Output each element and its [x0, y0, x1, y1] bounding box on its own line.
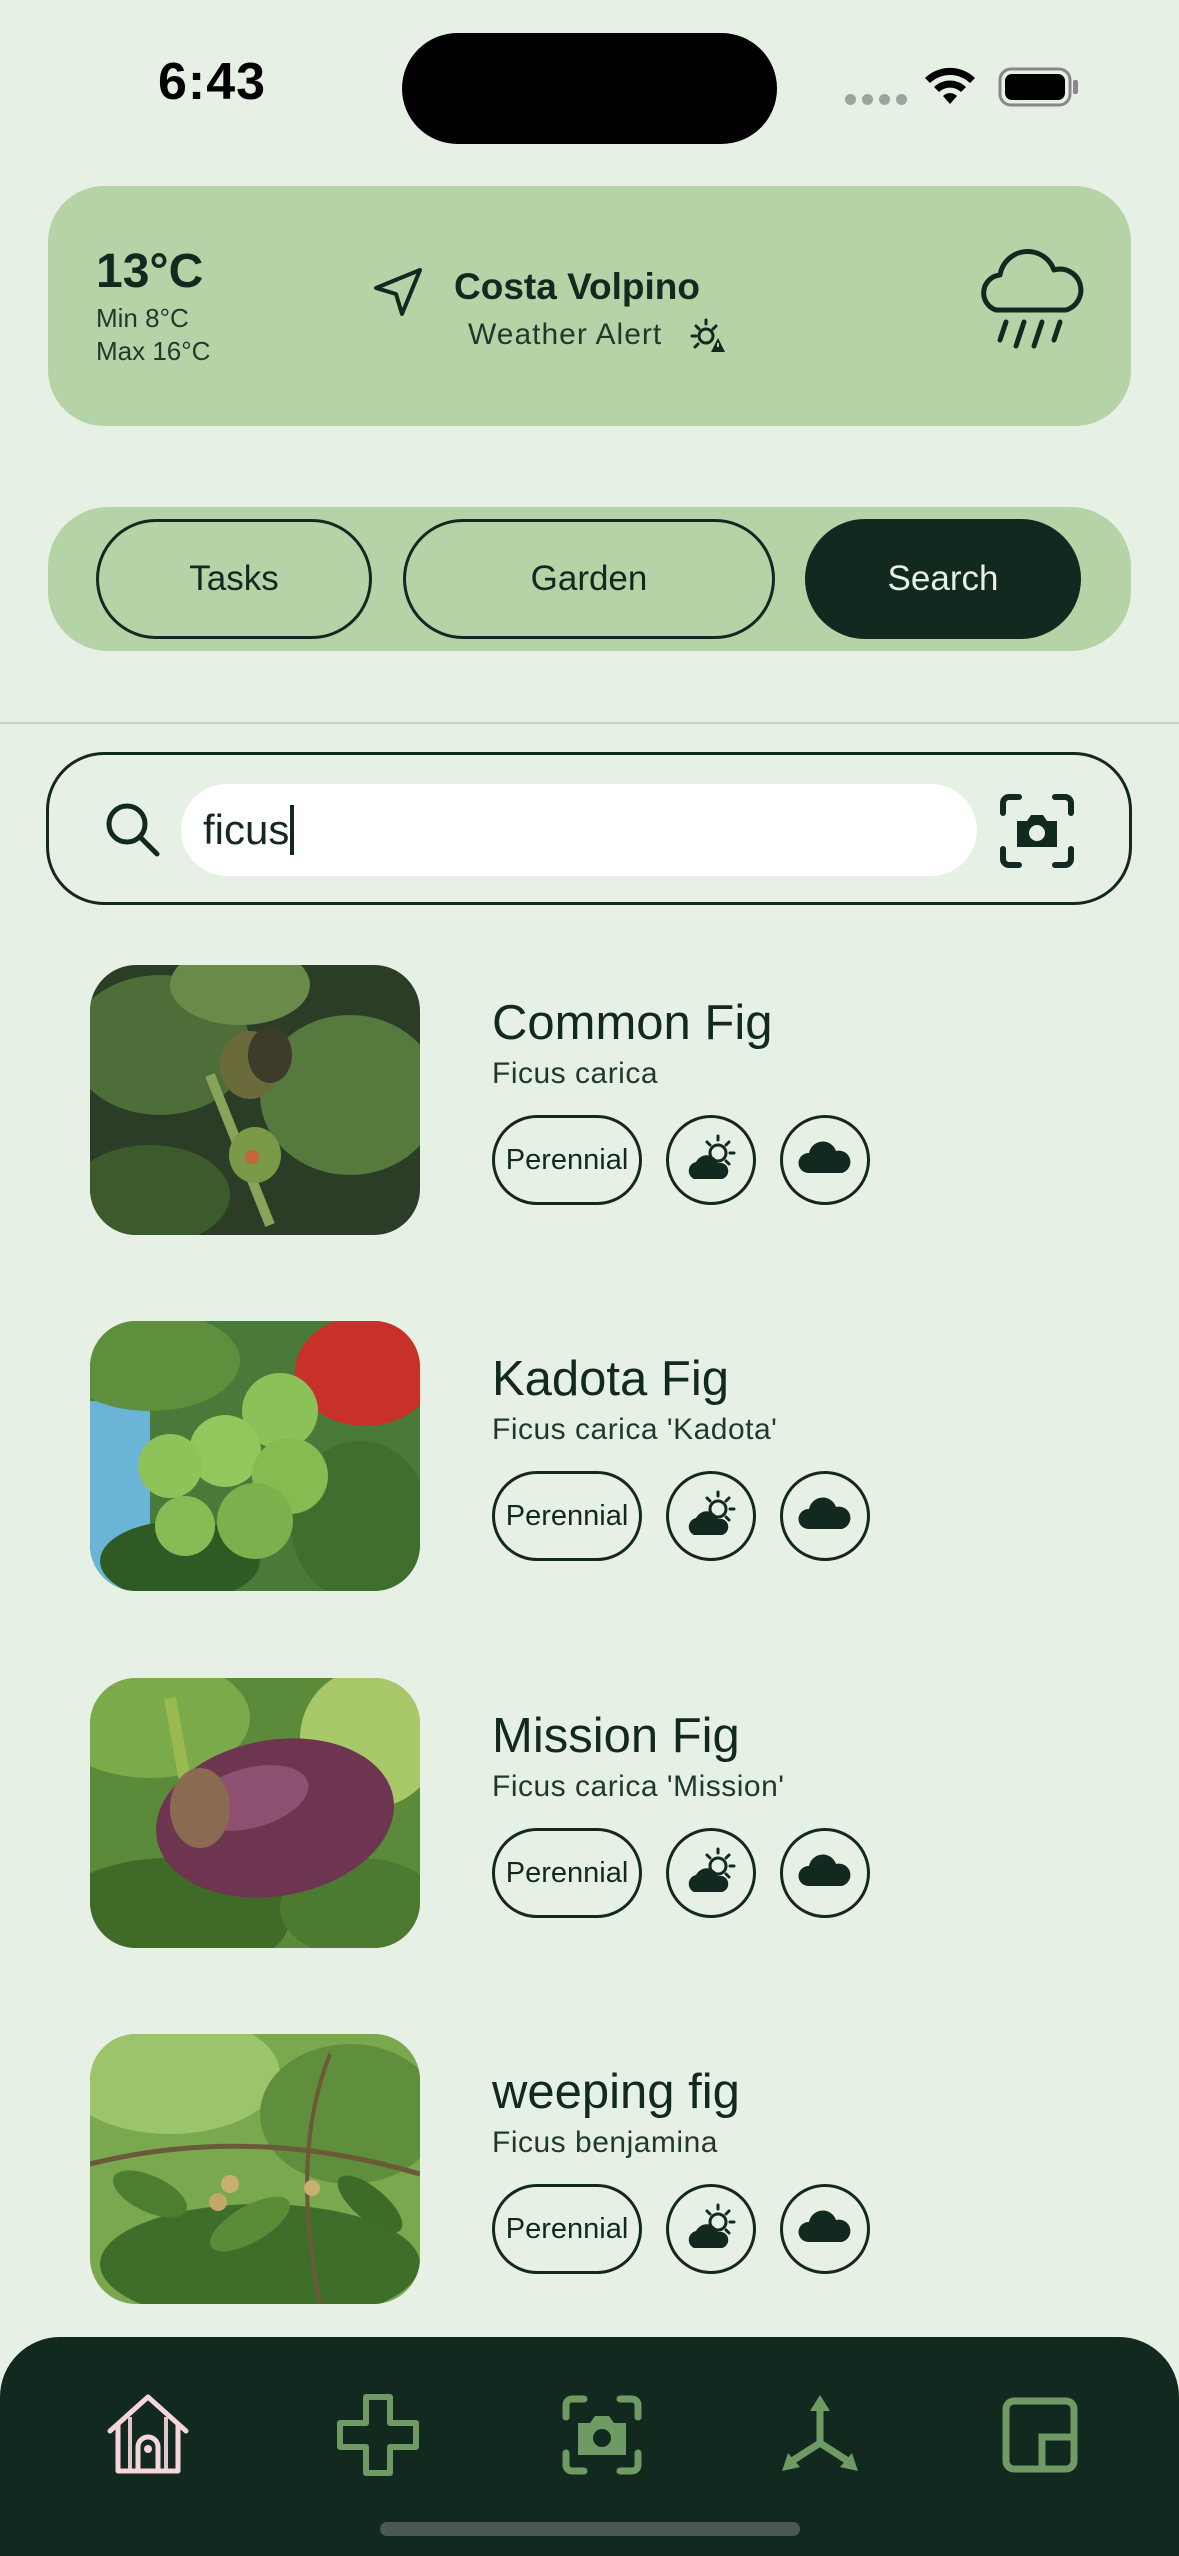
partial-sun-icon [666, 1471, 756, 1561]
bottom-tab-bar [0, 2337, 1179, 2556]
plant-photo [90, 2034, 420, 2304]
partial-sun-icon [666, 1115, 756, 1205]
weather-card[interactable]: 13°C Min 8°C Max 16°C Costa Volpino Weat… [48, 186, 1131, 426]
home-indicator [380, 2522, 800, 2536]
lifecycle-badge: Perennial [492, 1828, 642, 1918]
list-item[interactable]: Kadota Fig Ficus carica 'Kadota' Perenni… [90, 1321, 1090, 1591]
plant-scientific-name: Ficus carica [492, 1057, 659, 1090]
sun-alert-icon [690, 318, 725, 352]
camera-scan-icon[interactable] [999, 793, 1075, 869]
location-name: Costa Volpino [454, 266, 700, 307]
plus-icon[interactable] [330, 2387, 426, 2483]
cloud-icon [780, 2184, 870, 2274]
camera-icon[interactable] [554, 2387, 650, 2483]
list-item[interactable]: Common Fig Ficus carica Perennial [90, 965, 1090, 1235]
tab-garden[interactable]: Garden [403, 519, 775, 639]
plant-common-name: Mission Fig [492, 1709, 740, 1763]
cloud-icon [780, 1115, 870, 1205]
max-temperature: Max 16°C [96, 336, 211, 366]
lifecycle-badge: Perennial [492, 1115, 642, 1205]
plant-photo [90, 1678, 420, 1948]
view-segment-control: Tasks Garden Search [48, 507, 1131, 651]
battery-icon [998, 67, 1078, 107]
lifecycle-badge: Perennial [492, 2184, 642, 2274]
search-input-value: ficus [203, 806, 290, 853]
dynamic-island [402, 33, 777, 144]
wifi-icon [925, 67, 975, 104]
rain-cloud-icon [981, 248, 1084, 349]
search-input[interactable]: ficus [181, 784, 977, 876]
search-icon[interactable] [101, 798, 165, 862]
layout-icon[interactable] [992, 2387, 1088, 2483]
cloud-icon [780, 1471, 870, 1561]
plant-scientific-name: Ficus carica 'Kadota' [492, 1413, 778, 1446]
location-arrow-icon [374, 268, 422, 316]
current-temperature: 13°C [96, 245, 204, 298]
tab-tasks[interactable]: Tasks [96, 519, 372, 639]
plant-scientific-name: Ficus benjamina [492, 2126, 718, 2159]
status-time: 6:43 [158, 53, 267, 111]
partial-sun-icon [666, 1828, 756, 1918]
list-item[interactable]: Mission Fig Ficus carica 'Mission' Peren… [90, 1678, 1090, 1948]
share-icon[interactable] [772, 2387, 868, 2483]
text-caret [290, 805, 295, 855]
min-temperature: Min 8°C [96, 303, 189, 333]
plant-photo [90, 965, 420, 1235]
status-bar: 6:43 [0, 0, 1179, 175]
plant-common-name: Kadota Fig [492, 1352, 729, 1406]
signal-icon [845, 94, 907, 105]
plant-common-name: Common Fig [492, 996, 773, 1050]
weather-alert-label[interactable]: Weather Alert [468, 318, 662, 352]
tab-search[interactable]: Search [805, 519, 1081, 639]
plant-common-name: weeping fig [492, 2065, 740, 2119]
list-item[interactable]: weeping fig Ficus benjamina Perennial [90, 2034, 1090, 2304]
home-icon[interactable] [100, 2387, 196, 2483]
plant-photo [90, 1321, 420, 1591]
plant-scientific-name: Ficus carica 'Mission' [492, 1770, 785, 1803]
divider [0, 722, 1179, 724]
search-bar: ficus [46, 752, 1132, 905]
lifecycle-badge: Perennial [492, 1471, 642, 1561]
cloud-icon [780, 1828, 870, 1918]
partial-sun-icon [666, 2184, 756, 2274]
